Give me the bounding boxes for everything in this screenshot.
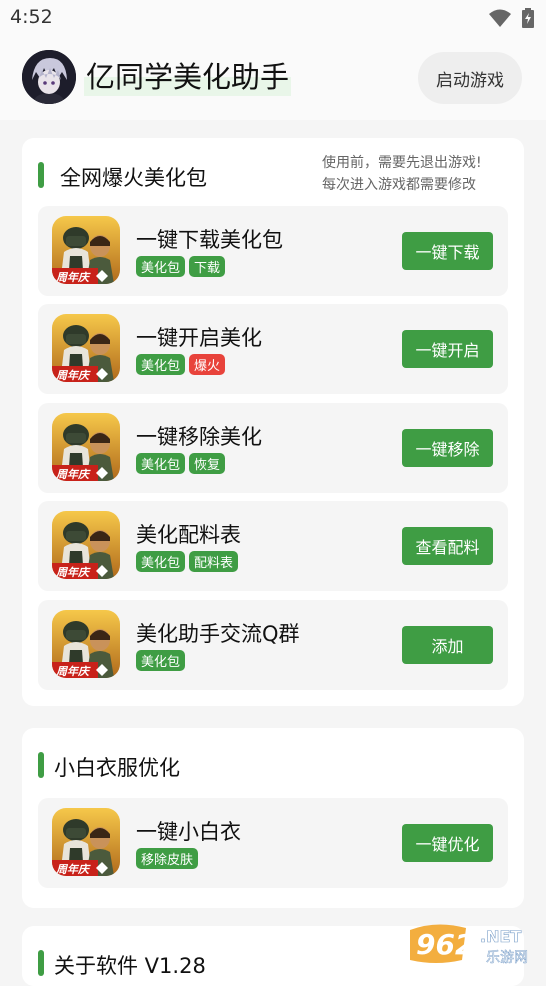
game-icon-caption: 周年庆 <box>56 369 89 382</box>
add-group-button[interactable]: 添加 <box>402 626 493 664</box>
game-icon-caption: 周年庆 <box>56 566 89 579</box>
game-icon: 周年庆 <box>52 413 120 481</box>
item-title: 一键移除美化 <box>136 425 262 449</box>
list-item: 周年庆 一键开启美化 美化包 爆火 一键开启 <box>38 304 508 394</box>
game-icon: 周年庆 <box>52 511 120 579</box>
game-icon: 周年庆 <box>52 808 120 876</box>
list-item: 周年庆 一键小白衣 移除皮肤 一键优化 <box>38 798 508 888</box>
tag: 恢复 <box>189 453 226 474</box>
section-accent-bar <box>38 950 44 976</box>
game-icon-caption: 周年庆 <box>56 468 89 481</box>
list-item: 周年庆 一键移除美化 美化包 恢复 一键移除 <box>38 403 508 493</box>
item-title: 美化助手交流Q群 <box>136 622 300 646</box>
game-icon: 周年庆 <box>52 216 120 284</box>
download-button[interactable]: 一键下载 <box>402 232 493 270</box>
section-title: 关于软件 V1.28 <box>54 954 206 978</box>
item-title: 一键小白衣 <box>136 820 241 844</box>
view-ingredients-button[interactable]: 查看配料 <box>402 527 493 565</box>
enable-button[interactable]: 一键开启 <box>402 330 493 368</box>
tag: 美化包 <box>136 551 186 572</box>
watermark-suffix: .NET <box>480 927 521 946</box>
tag: 移除皮肤 <box>136 848 199 869</box>
battery-icon <box>522 8 534 28</box>
tag: 美化包 <box>136 453 186 474</box>
tag-list: 美化包 配料表 <box>136 551 239 572</box>
tag-list: 美化包 <box>136 650 186 671</box>
list-item: 周年庆 美化配料表 美化包 配料表 查看配料 <box>38 501 508 591</box>
usage-note-line: 使用前，需要先退出游戏! <box>322 155 482 171</box>
tag-list: 美化包 爆火 <box>136 354 226 375</box>
watermark-sub: 乐游网 <box>486 950 528 966</box>
list-item: 周年庆 美化助手交流Q群 美化包 添加 <box>38 600 508 690</box>
game-icon-caption: 周年庆 <box>56 863 89 876</box>
avatar[interactable] <box>22 50 76 104</box>
tag-list: 移除皮肤 <box>136 848 199 869</box>
usage-note: 使用前，需要先退出游戏! 每次进入游戏都需要修改 <box>322 152 482 196</box>
tag-list: 美化包 下载 <box>136 256 226 277</box>
app-header: 亿同学美化助手 启动游戏 <box>0 36 546 120</box>
tag-list: 美化包 恢复 <box>136 453 226 474</box>
section-title: 全网爆火美化包 <box>60 166 207 190</box>
wifi-icon <box>489 9 511 27</box>
list-item: 周年庆 一键下载美化包 美化包 下载 一键下载 <box>38 206 508 296</box>
launch-game-button[interactable]: 启动游戏 <box>418 52 522 104</box>
watermark-logo: 962 .NET 乐游网 <box>406 920 542 968</box>
tag: 美化包 <box>136 650 186 671</box>
app-title: 亿同学美化助手 <box>84 54 292 96</box>
game-icon: 周年庆 <box>52 610 120 678</box>
section-accent-bar <box>38 162 44 188</box>
tag: 爆火 <box>189 354 226 375</box>
watermark-number: 962 <box>416 928 474 961</box>
status-bar: 4:52 <box>0 0 546 36</box>
item-title: 美化配料表 <box>136 523 241 547</box>
tag: 美化包 <box>136 354 186 375</box>
white-outfit-section: 小白衣服优化 周年庆 一键小白衣 移除皮肤 一键优化 <box>22 728 524 908</box>
tag: 配料表 <box>189 551 239 572</box>
tag: 下载 <box>189 256 226 277</box>
game-icon-caption: 周年庆 <box>56 665 89 678</box>
status-icons <box>488 8 534 28</box>
optimize-button[interactable]: 一键优化 <box>402 824 493 862</box>
beautify-pack-section: 全网爆火美化包 使用前，需要先退出游戏! 每次进入游戏都需要修改 周年庆 一键下… <box>22 138 524 706</box>
item-title: 一键下载美化包 <box>136 228 283 252</box>
tag: 美化包 <box>136 256 186 277</box>
status-time: 4:52 <box>10 6 53 28</box>
item-title: 一键开启美化 <box>136 326 262 350</box>
section-title: 小白衣服优化 <box>54 756 180 780</box>
game-icon: 周年庆 <box>52 314 120 382</box>
remove-button[interactable]: 一键移除 <box>402 429 493 467</box>
section-accent-bar <box>38 752 44 778</box>
game-icon-caption: 周年庆 <box>56 271 89 284</box>
usage-note-line: 每次进入游戏都需要修改 <box>322 177 476 193</box>
